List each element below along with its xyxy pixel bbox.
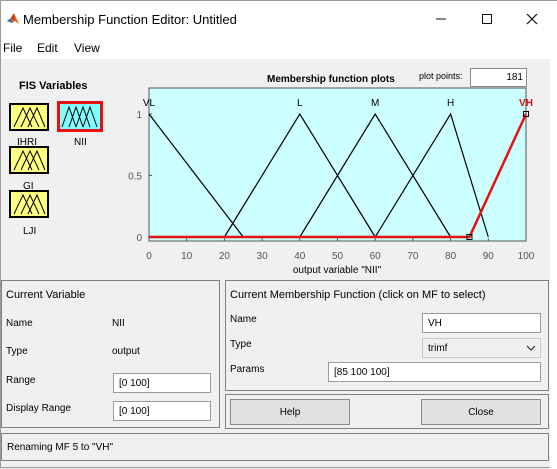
x-tick-label: 20 (219, 251, 231, 262)
y-tick-label: 0 (136, 233, 142, 244)
mf-params-input[interactable]: [85 100 100] (328, 362, 541, 382)
variable-name-value: NII (112, 318, 125, 329)
x-tick-label: 90 (483, 251, 495, 262)
mf-type-select[interactable]: trimf (422, 338, 541, 358)
status-text: Renaming MF 5 to "VH" (7, 442, 114, 453)
mf-label-m[interactable]: M (371, 98, 379, 109)
current-mf-panel: Current Membership Function (click on MF… (225, 280, 549, 391)
plot-x-label: output variable "NII" (293, 265, 382, 276)
y-tick-label: 1 (136, 110, 142, 121)
close-button[interactable]: Close (421, 399, 541, 425)
range-input[interactable]: [0 100] (113, 373, 211, 393)
plot-area[interactable] (148, 87, 527, 242)
mf-label-vh[interactable]: VH (519, 98, 533, 109)
status-bar: Renaming MF 5 to "VH" (1, 433, 549, 461)
mf-type-label: Type (230, 339, 252, 350)
mf-label-l[interactable]: L (297, 98, 303, 109)
y-tick-label: 0.5 (128, 172, 142, 183)
current-mf-heading: Current Membership Function (click on MF… (230, 289, 486, 301)
mf-label-vl[interactable]: VL (143, 98, 156, 109)
x-tick-label: 50 (332, 251, 344, 262)
variable-type-label: Type (6, 346, 28, 357)
mf-name-input[interactable]: VH (422, 313, 541, 333)
chevron-down-icon (526, 345, 536, 351)
variable-name-label: Name (6, 318, 33, 329)
current-variable-heading: Current Variable (6, 289, 86, 301)
variable-type-value: output (112, 346, 140, 357)
help-button[interactable]: Help (230, 399, 350, 425)
x-tick-label: 80 (445, 251, 457, 262)
display-range-label: Display Range (6, 403, 72, 414)
mf-params-label: Params (230, 364, 265, 375)
x-tick-label: 60 (370, 251, 382, 262)
mf-editor-window: Membership Function Editor: Untitled Fil… (0, 0, 557, 469)
mf-name-label: Name (230, 314, 257, 325)
x-tick-label: 70 (407, 251, 419, 262)
button-row: Help Close (225, 394, 549, 429)
x-tick-label: 40 (294, 251, 306, 262)
background-window-edge (550, 37, 557, 469)
range-label: Range (6, 375, 36, 386)
x-tick-label: 0 (146, 251, 152, 262)
x-tick-label: 100 (518, 251, 535, 262)
x-tick-label: 10 (181, 251, 193, 262)
mf-type-value: trimf (428, 342, 448, 354)
membership-plot[interactable]: 0 10 20 30 40 50 60 70 80 90 100 0 0.5 1 VL L M H VH outp… (1, 1, 557, 291)
mf-label-h[interactable]: H (447, 98, 454, 109)
current-variable-panel: Current Variable Name NII Type output Ra… (1, 280, 220, 428)
display-range-input[interactable]: [0 100] (113, 401, 211, 421)
x-tick-label: 30 (257, 251, 269, 262)
